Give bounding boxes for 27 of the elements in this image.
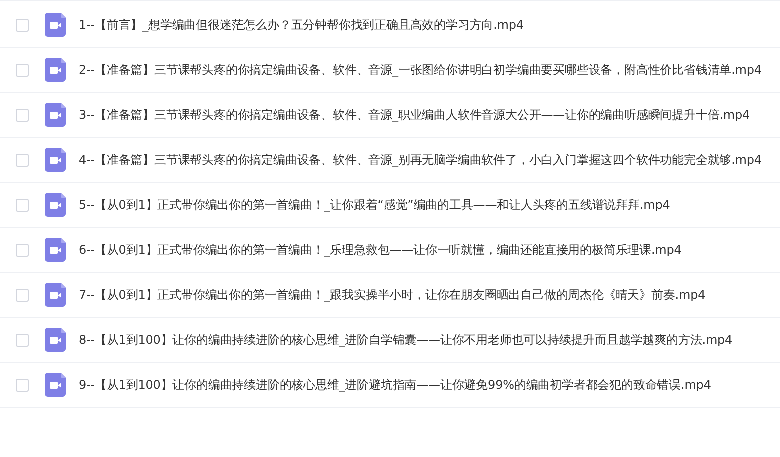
file-name[interactable]: 6--【从0到1】正式带你编出你的第一首编曲！_乐理急救包——让你一听就懂，编曲还能直接用的极简乐理课.mp4	[79, 242, 682, 258]
video-file-icon	[45, 13, 66, 37]
checkbox[interactable]	[16, 244, 29, 256]
video-file-icon	[45, 373, 66, 397]
video-file-icon	[45, 103, 66, 127]
video-file-icon	[45, 193, 66, 217]
video-file-icon	[45, 148, 66, 172]
file-name[interactable]: 9--【从1到100】让你的编曲持续进阶的核心思维_进阶避坑指南——让你避免99%的编曲初学者都会犯的致命错误.mp4	[79, 376, 712, 394]
file-name[interactable]: 3--【准备篇】三节课帮头疼的你搞定编曲设备、软件、音源_职业编曲人软件音源大公开——让你的编曲听感瞬间提升十倍.mp4	[79, 106, 750, 124]
video-file-icon	[45, 238, 66, 262]
file-name[interactable]: 1--【前言】_想学编曲但很迷茫怎么办？五分钟帮你找到正确且高效的学习方向.mp4	[79, 16, 524, 34]
checkbox[interactable]	[16, 378, 29, 392]
file-name[interactable]: 8--【从1到100】让你的编曲持续进阶的核心思维_进阶自学锦囊——让你不用老师也可以持续提升而且越学越爽的方法.mp4	[79, 332, 733, 348]
checkbox[interactable]	[16, 288, 29, 302]
file-name[interactable]: 7--【从0到1】正式带你编出你的第一首编曲！_跟我实操半小时，让你在朋友圈晒出自己做的周杰伦《晴天》前奏.mp4	[79, 286, 706, 304]
video-file-icon	[45, 328, 66, 352]
checkbox[interactable]	[16, 198, 29, 212]
checkbox[interactable]	[16, 108, 29, 122]
file-name[interactable]: 4--【准备篇】三节课帮头疼的你搞定编曲设备、软件、音源_别再无脑学编曲软件了，小白入门掌握这四个软件功能完全就够.mp4	[79, 152, 762, 168]
checkbox[interactable]	[16, 154, 29, 166]
checkbox[interactable]	[16, 334, 29, 346]
checkbox[interactable]	[16, 64, 29, 76]
checkbox[interactable]	[16, 18, 29, 32]
file-name[interactable]: 5--【从0到1】正式带你编出你的第一首编曲！_让你跟着“感觉”编曲的工具——和让人头疼的五线谱说拜拜.mp4	[79, 196, 670, 214]
file-name[interactable]: 2--【准备篇】三节课帮头疼的你搞定编曲设备、软件、音源_一张图给你讲明白初学编曲要买哪些设备，附高性价比省钱清单.mp4	[79, 62, 762, 78]
video-file-icon	[45, 58, 66, 82]
video-file-icon	[45, 283, 66, 307]
